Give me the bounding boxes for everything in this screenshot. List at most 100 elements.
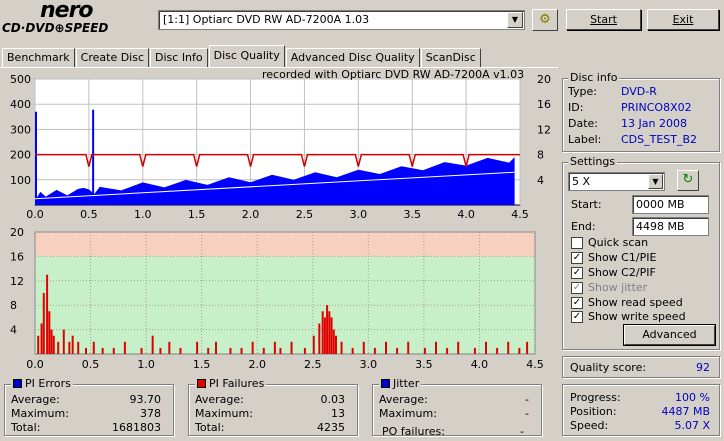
start-button[interactable]: Start (566, 9, 641, 30)
pi-failure-bar (273, 341, 276, 354)
tab-bar: Benchmark Create Disc Disc Info Disc Qua… (2, 45, 482, 67)
pi-failure-bar (262, 347, 265, 354)
nero-logo-text: nero (40, 0, 94, 23)
y2-tick-label: 4 (537, 174, 544, 187)
start-input[interactable]: 0000 MB (632, 195, 709, 214)
pi-failure-bar (215, 341, 217, 354)
start-label: Start: (571, 198, 602, 211)
pi-failure-bar (123, 341, 126, 354)
chevron-down-icon[interactable]: ▼ (507, 12, 523, 28)
pi-failure-bar (48, 311, 51, 354)
x-tick-label: 3.5 (415, 358, 433, 371)
pi-failure-bar (526, 341, 529, 354)
y-tick-label: 400 (10, 98, 31, 111)
show-c1-label: Show C1/PIE (588, 251, 657, 264)
speed-select-value: 5 X (572, 175, 591, 188)
label-label: Label: (568, 133, 602, 146)
pi-failure-bar (407, 341, 410, 354)
pi-failure-bar (71, 335, 74, 354)
eject-swap-button[interactable]: ⚙ (532, 9, 558, 31)
jitter-avg: - (525, 393, 529, 406)
drive-select-value: [1:1] Optiarc DVD RW AD-7200A 1.03 (163, 13, 370, 26)
label-value: CDS_TEST_B2 (621, 133, 698, 146)
progress-box: Progress: 100 % Position: 4487 MB Speed:… (562, 384, 720, 436)
pi-errors-chart-area: 0.0 0.5 1.0 1.5 2.0 2.5 3.0 3.5 4.0 4.5 100 200 300 4… (0, 68, 558, 223)
pi-failure-bar (423, 347, 426, 354)
pi-errors-avg: 93.70 (129, 393, 162, 406)
y-tick-label: 20 (10, 226, 24, 239)
drive-select[interactable]: [1:1] Optiarc DVD RW AD-7200A 1.03 ▼ (158, 10, 525, 30)
pi-failure-bar (435, 341, 437, 354)
exit-button-label: Exit (672, 13, 694, 26)
speed-label: Speed: (570, 419, 609, 432)
pi-failure-bar (318, 323, 321, 354)
pi-failure-bar (85, 347, 87, 354)
x-tick-label: 2.5 (304, 358, 322, 371)
pi-failure-bar (50, 329, 53, 354)
y-tick-label: 12 (10, 275, 24, 288)
start-button-label: Start (590, 13, 617, 26)
pi-errors-max-label: Maximum: (11, 407, 69, 420)
x-tick-label: 0.0 (26, 208, 44, 221)
po-failures-label: PO failures: (382, 425, 445, 438)
pi-failure-bar (279, 347, 282, 354)
pi-failures-title-text: PI Failures (209, 377, 265, 390)
pi-failure-bar (396, 347, 399, 354)
pi-failure-bar (362, 341, 365, 354)
show-read-speed-checkbox[interactable]: ✓ Show read speed (571, 296, 683, 309)
refresh-button[interactable]: ↻ (677, 170, 699, 191)
pi-failure-bar (385, 341, 387, 354)
x-tick-label: 2.0 (248, 358, 266, 371)
advanced-button[interactable]: Advanced (623, 324, 716, 346)
id-value: PRINCO8X02 (621, 101, 692, 114)
end-input[interactable]: 4498 MB (632, 217, 709, 236)
date-value: 13 Jan 2008 (621, 117, 687, 130)
pi-failure-bar (321, 311, 324, 354)
show-c1-checkbox[interactable]: ✓ Show C1/PIE (571, 251, 656, 264)
tab-disc-info[interactable]: Disc Info (150, 48, 208, 67)
chevron-down-icon[interactable]: ▼ (648, 174, 663, 189)
x-tick-label: 4.5 (511, 208, 529, 221)
jitter-title: Jitter (379, 377, 422, 390)
pi-failure-bar (68, 341, 71, 354)
checkmark-icon: ✓ (571, 296, 583, 309)
x-tick-label: 3.5 (403, 208, 421, 221)
tab-benchmark[interactable]: Benchmark (2, 48, 75, 67)
quality-score-label: Quality score: (570, 361, 647, 374)
jitter-title-text: Jitter (393, 377, 420, 390)
tab-advanced-disc-quality[interactable]: Advanced Disc Quality (285, 48, 420, 67)
y-tick-label: 8 (10, 299, 17, 312)
pi-failure-bar (485, 341, 487, 354)
pi-failure-bar (326, 305, 329, 354)
tab-scandisc[interactable]: ScanDisc (420, 48, 481, 67)
jitter-max: - (525, 407, 529, 420)
checkmark-icon: ✓ (571, 266, 583, 279)
show-write-speed-checkbox[interactable]: ✓ Show write speed (571, 310, 686, 323)
pi-failure-bar (92, 341, 95, 354)
type-value: DVD-R (621, 85, 657, 98)
pi-failure-bar (112, 347, 115, 354)
x-tick-label: 1.0 (134, 208, 152, 221)
quick-scan-checkbox[interactable]: Quick scan (571, 236, 648, 249)
pi-failure-bar (46, 274, 49, 354)
tab-disc-quality[interactable]: Disc Quality (208, 45, 285, 67)
speed-select[interactable]: 5 X ▼ (568, 172, 665, 191)
y-tick-label: 200 (10, 149, 31, 162)
pi-failures-max-label: Maximum: (195, 407, 253, 420)
pi-errors-total: 1681803 (112, 421, 161, 434)
show-jitter-label: Show jitter (588, 281, 648, 294)
pi-failure-bar (140, 347, 143, 354)
pi-failures-total-label: Total: (195, 421, 225, 434)
pi-failure-bar (179, 347, 182, 354)
pi-failure-bar (507, 341, 510, 354)
pi-errors-box: PI Errors Average: 93.70 Maximum: 378 To… (4, 377, 174, 436)
jitter-max-label: Maximum: (379, 407, 437, 420)
pi-failures-avg-label: Average: (195, 393, 244, 406)
pi-failures-legend-swatch (197, 379, 206, 388)
pi-failure-bar (328, 311, 331, 354)
tab-create-disc[interactable]: Create Disc (75, 48, 150, 67)
quality-band (35, 232, 535, 257)
checkmark-icon: ✓ (571, 251, 583, 264)
show-c2-checkbox[interactable]: ✓ Show C2/PIF (571, 266, 656, 279)
exit-button[interactable]: Exit (647, 9, 719, 30)
